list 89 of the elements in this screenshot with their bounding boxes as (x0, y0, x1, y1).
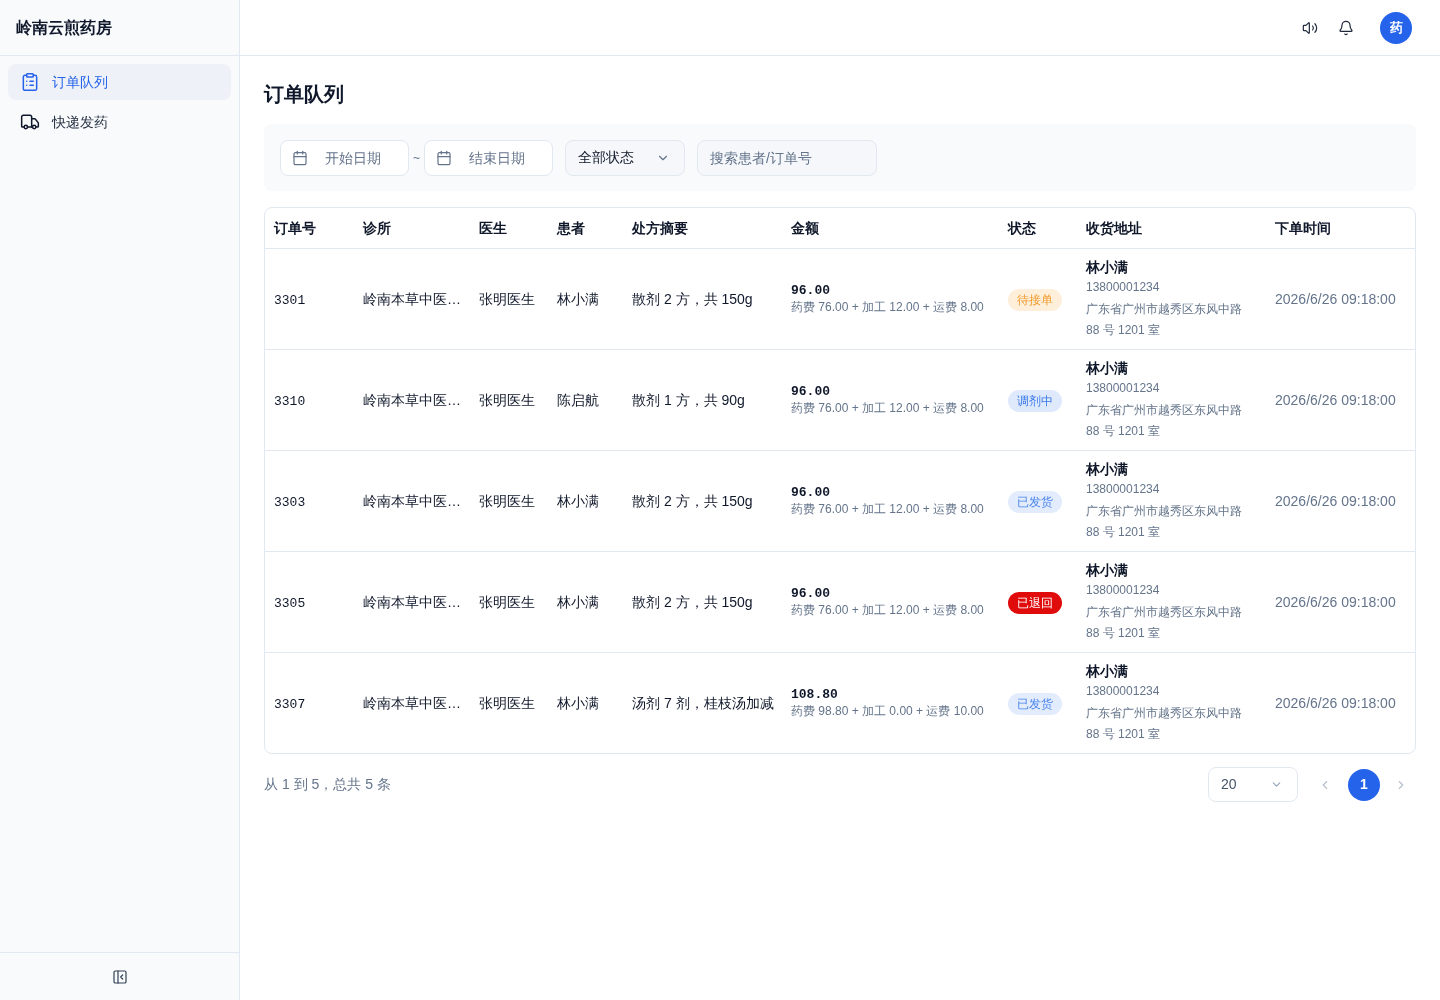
fee-breakdown: 药费 98.80 + 加工 0.00 + 运费 10.00 (791, 703, 984, 720)
panel-left-icon (111, 968, 128, 985)
recipient-name: 林小满 (1086, 561, 1128, 580)
order-time-cell: 2026/6/26 09:18:00 (1275, 695, 1396, 711)
end-date-field[interactable]: 结束日期 (424, 139, 553, 176)
fee-breakdown: 药费 76.00 + 加工 12.00 + 运费 8.00 (791, 501, 984, 518)
prescription-header: 处方摘要 (632, 220, 688, 236)
amount-total: 108.80 (791, 686, 838, 703)
order-time-cell: 2026/6/26 09:18:00 (1275, 291, 1396, 307)
sidebar-item[interactable]: 快递发药 (8, 104, 231, 140)
recipient-address: 广东省广州市越秀区东风中路 88 号 1201 室 (1086, 301, 1243, 339)
recipient-address: 广东省广州市越秀区东风中路 88 号 1201 室 (1086, 705, 1243, 743)
bell-icon (1338, 19, 1354, 36)
doctor-cell: 张明医生 (479, 291, 535, 307)
amount-total: 96.00 (791, 585, 830, 602)
recipient-address: 广东省广州市越秀区东风中路 88 号 1201 室 (1086, 503, 1243, 541)
fee-breakdown: 药费 76.00 + 加工 12.00 + 运费 8.00 (791, 400, 984, 417)
order-number-cell: 3301 (274, 293, 306, 308)
recipient-phone: 13800001234 (1086, 582, 1160, 599)
recipient-name: 林小满 (1086, 359, 1128, 378)
prescription-cell: 散剂 2 方，共 150g (632, 594, 753, 610)
amount-total: 96.00 (791, 383, 830, 400)
status-badge: 调剂中 (1008, 390, 1062, 412)
clinic-cell: 岭南本草中医… (363, 695, 461, 711)
page-button[interactable]: 1 (1348, 768, 1380, 801)
recipient-phone: 13800001234 (1086, 380, 1160, 397)
order-time-cell: 2026/6/26 09:18:00 (1275, 594, 1396, 610)
order-number-cell: 3305 (274, 596, 306, 611)
recipient-name: 林小满 (1086, 662, 1128, 681)
order-number-cell: 3303 (274, 495, 306, 510)
status-badge: 已退回 (1008, 592, 1062, 614)
recipient-name: 林小满 (1086, 460, 1128, 479)
fee-breakdown: 药费 76.00 + 加工 12.00 + 运费 8.00 (791, 299, 984, 316)
amount-header: 金额 (791, 220, 819, 236)
search-field[interactable]: 搜索患者/订单号 (697, 139, 877, 176)
patient-cell: 林小满 (557, 493, 599, 509)
status-badge: 已发货 (1008, 491, 1062, 513)
status-badge: 待接单 (1008, 289, 1062, 311)
calendar-icon (292, 149, 308, 166)
sidebar-item[interactable]: 订单队列 (8, 64, 231, 100)
status-header: 状态 (1008, 220, 1036, 236)
patient-cell: 林小满 (557, 594, 599, 610)
calendar-icon (436, 149, 452, 166)
speaker-icon (1302, 19, 1318, 36)
start-date-field[interactable]: 开始日期 (280, 139, 409, 176)
truck-icon (20, 112, 40, 132)
recipient-address: 广东省广州市越秀区东风中路 88 号 1201 室 (1086, 604, 1243, 642)
address-header: 收货地址 (1086, 220, 1142, 236)
prescription-cell: 散剂 2 方，共 150g (632, 493, 753, 509)
prescription-cell: 散剂 2 方，共 150g (632, 291, 753, 307)
prescription-cell: 散剂 1 方，共 90g (632, 392, 745, 408)
order-time-cell: 2026/6/26 09:18:00 (1275, 493, 1396, 509)
patient-header: 患者 (557, 220, 585, 236)
order-time-cell: 2026/6/26 09:18:00 (1275, 392, 1396, 408)
clinic-cell: 岭南本草中医… (363, 291, 461, 307)
order-number-cell: 3307 (274, 697, 306, 712)
fee-breakdown: 药费 76.00 + 加工 12.00 + 运费 8.00 (791, 602, 984, 619)
recipient-phone: 13800001234 (1086, 683, 1160, 700)
recipient-phone: 13800001234 (1086, 481, 1160, 498)
clinic-header: 诊所 (363, 220, 391, 236)
order-number-header: 订单号 (274, 220, 316, 236)
date-range-separator: ~ (413, 149, 420, 167)
status-badge: 已发货 (1008, 693, 1062, 715)
doctor-cell: 张明医生 (479, 392, 535, 408)
app-title: 岭南云煎药房 (16, 17, 112, 38)
clinic-cell: 岭南本草中医… (363, 493, 461, 509)
user-avatar[interactable]: 药 (1380, 11, 1412, 44)
page-title: 订单队列 (264, 82, 345, 107)
clinic-cell: 岭南本草中医… (363, 392, 461, 408)
doctor-header: 医生 (479, 220, 507, 236)
prescription-cell: 汤剂 7 剂，桂枝汤加减 (632, 695, 774, 711)
amount-total: 96.00 (791, 282, 830, 299)
order-number-cell: 3310 (274, 394, 306, 409)
status-select[interactable]: 全部状态 (565, 139, 685, 176)
page-size-select[interactable]: 20 (1208, 767, 1298, 802)
recipient-name: 林小满 (1086, 258, 1128, 277)
amount-total: 96.00 (791, 484, 830, 501)
pagination-summary: 从 1 到 5，总共 5 条 (264, 775, 391, 794)
patient-cell: 林小满 (557, 695, 599, 711)
patient-cell: 陈启航 (557, 392, 599, 408)
clipboard-icon (20, 72, 40, 92)
doctor-cell: 张明医生 (479, 493, 535, 509)
order-time-header: 下单时间 (1275, 220, 1331, 236)
recipient-phone: 13800001234 (1086, 279, 1160, 296)
patient-cell: 林小满 (557, 291, 599, 307)
doctor-cell: 张明医生 (479, 594, 535, 610)
clinic-cell: 岭南本草中医… (363, 594, 461, 610)
doctor-cell: 张明医生 (479, 695, 535, 711)
recipient-address: 广东省广州市越秀区东风中路 88 号 1201 室 (1086, 402, 1243, 440)
